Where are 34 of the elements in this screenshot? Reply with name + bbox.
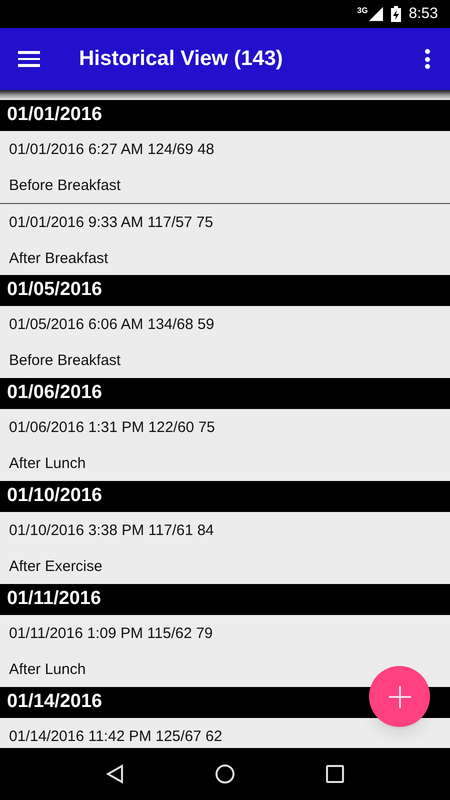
reading-text: 01/14/2016 11:42 PM 125/67 62 xyxy=(9,727,224,747)
back-icon[interactable] xyxy=(106,764,124,784)
reading-text: 01/01/2016 9:33 AM 117/57 75 xyxy=(9,213,214,233)
date-header: 01/06/2016 xyxy=(0,378,450,409)
date-header: 01/11/2016 xyxy=(0,584,450,615)
reading-text: 01/11/2016 1:09 PM 115/62 79 xyxy=(9,624,214,644)
battery-icon xyxy=(390,6,401,22)
clock-time: 8:53 xyxy=(408,4,438,24)
reading-row[interactable]: 01/14/2016 11:42 PM 125/67 62 xyxy=(0,718,450,748)
recents-icon[interactable] xyxy=(326,765,344,783)
reading-note: After Exercise xyxy=(9,557,104,577)
reading-text: 01/06/2016 1:31 PM 122/60 75 xyxy=(9,418,216,438)
screen-title: Historical View (143) xyxy=(79,46,284,72)
date-header: 01/05/2016 xyxy=(0,275,450,306)
plus-icon xyxy=(388,686,410,708)
reading-row[interactable]: 01/01/2016 6:27 AM 124/69 48 Before Breakfast xyxy=(0,131,450,203)
date-header: 01/01/2016 xyxy=(0,100,450,131)
overflow-menu-icon[interactable] xyxy=(424,49,430,69)
reading-note: After Breakfast xyxy=(9,249,110,269)
reading-text: 01/10/2016 3:38 PM 117/61 84 xyxy=(9,521,215,541)
signal-icon xyxy=(368,7,383,21)
reading-row[interactable]: 01/11/2016 1:09 PM 115/62 79 After Lunch xyxy=(0,615,450,687)
reading-note: Before Breakfast xyxy=(9,176,122,196)
reading-row[interactable]: 01/05/2016 6:06 AM 134/68 59 Before Breakfast xyxy=(0,306,450,378)
date-header: 01/10/2016 xyxy=(0,481,450,512)
network-type: 3G xyxy=(357,7,368,15)
home-icon[interactable] xyxy=(214,764,235,784)
reading-row[interactable]: 01/10/2016 3:38 PM 117/61 84 After Exercise xyxy=(0,512,450,584)
reading-text: 01/05/2016 6:06 AM 134/68 59 xyxy=(9,315,216,335)
reading-text: 01/01/2016 6:27 AM 124/69 48 xyxy=(9,140,216,160)
reading-row[interactable]: 01/06/2016 1:31 PM 122/60 75 After Lunch xyxy=(0,409,450,481)
reading-note: After Lunch xyxy=(9,660,87,680)
reading-note: After Lunch xyxy=(9,454,87,474)
reading-note: Before Breakfast xyxy=(9,351,122,371)
